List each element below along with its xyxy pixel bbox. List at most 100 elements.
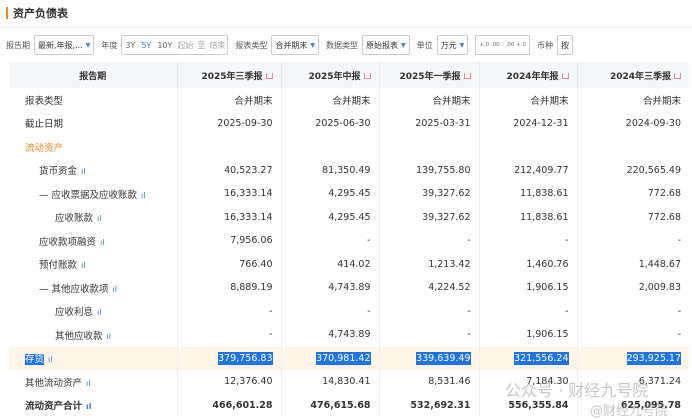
cell-value <box>176 135 281 159</box>
cell-value: 40,523.27 <box>176 158 281 182</box>
value-text: 212,409.77 <box>514 164 569 176</box>
cell-value: - <box>280 299 379 323</box>
row-label: 其他流动资产 ıl <box>9 370 177 394</box>
start-input[interactable]: 起始 <box>175 40 195 51</box>
value-text: 379,756.83 <box>218 351 273 365</box>
page-title: 资产负债表 <box>6 5 692 21</box>
cell-value: 1,213.42 <box>378 252 479 276</box>
lock-icon[interactable] <box>463 73 471 79</box>
cell-value: 220,565.49 <box>576 158 689 182</box>
lock-icon[interactable] <box>674 73 681 79</box>
toolbar: 报告期 最新,年报,... ▼ 年度 3Y 5Y 10Y 起始 至 结束 报表类型… <box>6 35 686 55</box>
value-text: 4,295.45 <box>328 211 371 223</box>
type-select[interactable]: 合并期末 ▼ <box>271 35 320 55</box>
value-text: 466,601.28 <box>212 399 273 411</box>
year-10y[interactable]: 10Y <box>154 41 175 50</box>
row-label-text: 应收利息 <box>55 307 94 319</box>
value-text: - <box>367 305 371 317</box>
cell-value: 8,531.46 <box>378 370 479 394</box>
cell-value: 11,838.61 <box>478 182 577 206</box>
cell-value: 321,556.24 <box>478 346 577 370</box>
divider <box>0 27 692 28</box>
bar-chart-icon[interactable]: ıl <box>97 214 101 223</box>
column-header-period[interactable]: 2025年三季报 <box>176 62 281 88</box>
watermark-sub: @财经九号院 <box>590 404 669 419</box>
row-label-text: — 其他应收款项 <box>39 283 109 295</box>
column-header-period[interactable]: 2024年三季报 <box>576 62 689 88</box>
row-label-text: 货币资金 <box>39 166 78 178</box>
bar-chart-icon[interactable]: ıl <box>107 332 111 341</box>
lock-icon[interactable] <box>265 73 273 79</box>
cell-value: 339,639.49 <box>378 346 479 370</box>
cell-value: 7,956.06 <box>176 229 281 253</box>
row-label: 应收款项融资 ıl <box>9 229 177 253</box>
cell-value: 4,743.89 <box>280 276 379 300</box>
value-text: 39,327.62 <box>422 211 471 223</box>
bar-chart-icon[interactable]: ıl <box>81 261 85 270</box>
value-text: 4,743.89 <box>328 329 371 341</box>
cell-value: - <box>576 323 689 347</box>
header-text: 2025年中报 <box>308 71 361 82</box>
cell-value: 合并期末 <box>576 88 689 112</box>
unit-value: 万元 <box>440 40 457 50</box>
value-text: 2024-09-30 <box>625 117 681 129</box>
value-text: 合并期末 <box>432 95 471 107</box>
bar-chart-icon[interactable]: ıl <box>86 379 90 388</box>
cell-value: 2025-09-30 <box>176 111 281 135</box>
period-select[interactable]: 最新,年报,... ▼ <box>34 35 95 55</box>
caret-down-icon: ▼ <box>459 41 465 49</box>
value-text: 11,838.61 <box>520 188 569 200</box>
lock-icon[interactable] <box>561 73 569 79</box>
increase-decimal-button[interactable]: +.0 .00 <box>476 42 502 48</box>
table-row: 应收利息 ıl - - - - - <box>9 299 689 323</box>
value-text: - <box>269 305 273 317</box>
value-text: 1,906.15 <box>526 282 569 294</box>
cell-value: 合并期末 <box>378 88 479 112</box>
column-header-period[interactable]: 2025年中报 <box>280 62 379 88</box>
header-text: 2025年一季报 <box>399 71 461 82</box>
value-text: 1,213.42 <box>428 258 471 270</box>
column-header-label: 报告期 <box>9 62 177 88</box>
bar-chart-icon[interactable]: ıl <box>100 238 104 247</box>
cell-value: - <box>378 299 479 323</box>
column-header-period[interactable]: 2024年年报 <box>478 62 577 88</box>
value-text: 414.02 <box>337 258 371 270</box>
unit-select[interactable]: 万元 ▼ <box>436 35 469 55</box>
cell-value: 4,295.45 <box>280 182 379 206</box>
lock-icon[interactable] <box>363 73 371 79</box>
value-text: 2025-06-30 <box>315 117 371 129</box>
bar-chart-icon[interactable]: ıl <box>97 308 101 317</box>
row-label-text: 流动资产合计 <box>25 401 83 413</box>
table-row: 流动资产 <box>9 135 689 159</box>
value-text: - <box>677 235 681 247</box>
cell-value: 2024-09-30 <box>576 111 689 135</box>
currency-select[interactable]: 按 <box>556 35 573 55</box>
cell-value: - <box>576 299 689 323</box>
header-text: 2024年年报 <box>506 71 559 82</box>
bar-chart-icon[interactable]: ıl <box>113 285 117 294</box>
bar-chart-icon[interactable]: ıl <box>81 167 85 176</box>
currency-value: 按 <box>560 40 569 50</box>
value-text: 合并期末 <box>234 95 273 107</box>
year-5y[interactable]: 5Y <box>138 41 154 50</box>
cell-value: 476,615.68 <box>280 393 379 417</box>
data-type-select[interactable]: 原始报表 ▼ <box>362 35 410 55</box>
cell-value: 39,327.62 <box>378 205 479 229</box>
bar-chart-icon[interactable]: ıl <box>48 355 52 364</box>
cell-value: 2025-06-30 <box>280 111 379 135</box>
column-header-period[interactable]: 2025年一季报 <box>378 62 479 88</box>
value-text: 40,523.27 <box>224 164 273 176</box>
unit-label: 单位 <box>416 40 433 50</box>
table-row: 应收账款 ıl 16,333.14 4,295.45 39,327.62 11,838.6… <box>9 205 689 229</box>
bar-chart-icon[interactable]: ıl <box>141 191 145 200</box>
row-label-text: 预付账款 <box>39 260 78 272</box>
value-text: - <box>467 305 471 317</box>
value-text: 16,333.14 <box>224 188 273 200</box>
decrease-decimal-button[interactable]: .00 +.0 <box>503 42 529 48</box>
bar-chart-icon[interactable]: ıl <box>86 402 91 411</box>
value-text: 39,327.62 <box>422 188 471 200</box>
value-text: 772.68 <box>647 188 681 200</box>
cell-value: 2,009.83 <box>576 276 689 300</box>
year-3y[interactable]: 3Y <box>122 41 138 50</box>
end-input[interactable]: 结束 <box>207 40 227 51</box>
